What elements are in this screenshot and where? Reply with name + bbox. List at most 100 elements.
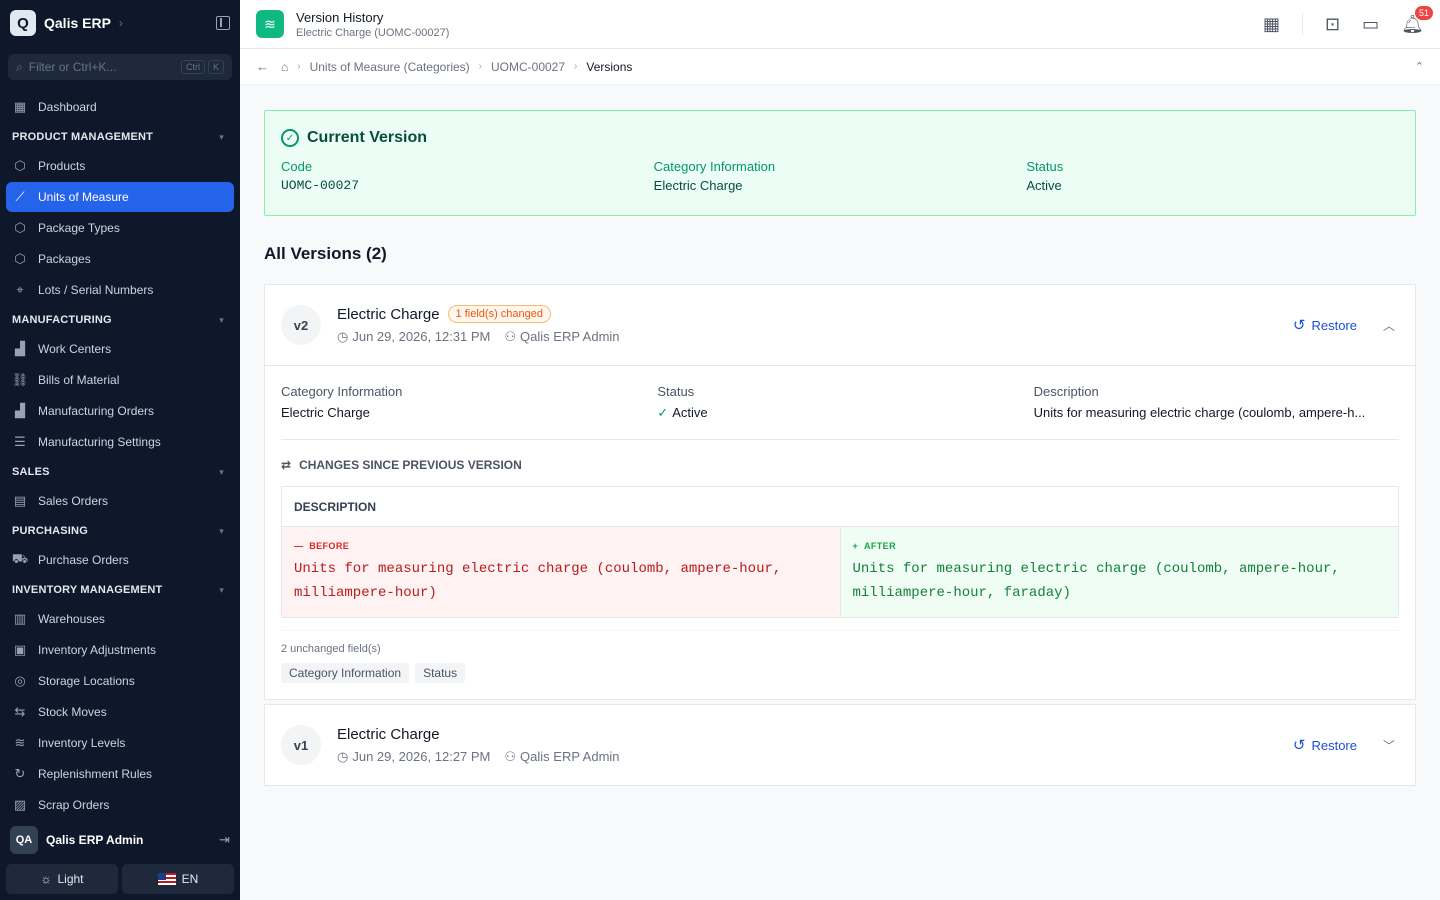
- back-arrow-icon[interactable]: ←: [256, 59, 269, 74]
- breadcrumb: ← ⌂ › Units of Measure (Categories) › UO…: [240, 49, 1440, 85]
- sidebar-item-bills-of-material[interactable]: ⛓ Bills of Material: [6, 365, 234, 395]
- theme-toggle-button[interactable]: ☼ Light: [6, 864, 118, 894]
- field-value: Electric Charge: [281, 405, 370, 420]
- restore-icon: ↺: [1292, 737, 1306, 754]
- sidebar-filter-input[interactable]: ⌕ Filter or Ctrl+K... Ctrl K: [8, 54, 232, 80]
- layers-icon: ≋: [256, 10, 284, 38]
- sidebar-item-packages[interactable]: ⬡ Packages: [6, 244, 234, 274]
- sidebar-item-purchase-orders[interactable]: ⛟ Purchase Orders: [6, 545, 234, 575]
- field-label: Status: [1026, 159, 1064, 174]
- sidebar-item-inventory-adjustments[interactable]: ▣ Inventory Adjustments: [6, 635, 234, 665]
- bell-icon[interactable]: 🔔︎ 51: [1401, 5, 1433, 35]
- chevron-down-icon[interactable]: ﹀: [1379, 737, 1399, 754]
- swap-icon: ⇄: [281, 458, 292, 472]
- hierarchy-icon: ⛓: [11, 372, 29, 387]
- version-user: Qalis ERP Admin: [520, 329, 620, 344]
- user-row[interactable]: QA Qalis ERP Admin ⇥: [6, 820, 234, 860]
- home-icon[interactable]: ⌂: [281, 60, 288, 74]
- shortcut-hint: Ctrl K: [178, 60, 224, 74]
- changed-badge: 1 field(s) changed: [447, 305, 551, 323]
- bot-icon[interactable]: ⊡: [1325, 14, 1340, 35]
- nav-section-label: SALES: [12, 466, 50, 478]
- unchanged-chip: Category Information: [281, 663, 410, 683]
- brand-logo[interactable]: Q: [10, 10, 36, 36]
- version-header[interactable]: v1 Electric Charge ◷ Jun 29, 2026, 12:27 …: [265, 705, 1415, 785]
- clipboard-icon: ▣: [13, 642, 27, 657]
- unchanged-count: 2 unchanged field(s): [281, 630, 1399, 655]
- sidebar-item-label: Sales Orders: [38, 494, 109, 508]
- sidebar-item-dashboard[interactable]: ▦ Dashboard: [6, 92, 234, 122]
- field-value-description: Units for measuring electric charge (cou…: [1033, 405, 1366, 420]
- sidebar-item-lots-serial-numbers[interactable]: ⌖ Lots / Serial Numbers: [6, 275, 234, 305]
- divider: [1302, 13, 1304, 35]
- document-icon: ▤: [13, 493, 27, 508]
- brand-name[interactable]: Qalis ERP: [44, 15, 111, 31]
- sidebar-collapse-icon[interactable]: [216, 16, 230, 30]
- notification-badge: 51: [1414, 5, 1433, 20]
- after-text: Units for measuring electric charge (cou…: [852, 561, 1340, 601]
- sidebar-item-storage-locations[interactable]: ◎ Storage Locations: [6, 666, 234, 696]
- sidebar-item-inventory-levels[interactable]: ≋ Inventory Levels: [6, 728, 234, 758]
- sidebar-item-label: Units of Measure: [38, 190, 129, 204]
- before-text: Units for measuring electric charge (cou…: [294, 561, 782, 601]
- search-icon: ⌕: [16, 59, 23, 74]
- sidebar-item-label: Scrap Orders: [38, 798, 110, 812]
- all-versions-title: All Versions (2): [264, 244, 387, 263]
- sidebar-item-package-types[interactable]: ⬡ Package Types: [6, 213, 234, 243]
- sidebar-item-manufacturing-orders[interactable]: ▟ Manufacturing Orders: [6, 396, 234, 426]
- breadcrumb-item-record[interactable]: UOMC-00027: [491, 60, 565, 74]
- nav-section-sales[interactable]: SALES ▾: [6, 458, 234, 486]
- sidebar-item-work-centers[interactable]: ▟ Work Centers: [6, 334, 234, 364]
- sidebar-item-label: Stock Moves: [38, 705, 107, 719]
- sidebar-item-products[interactable]: ⬡ Products: [6, 151, 234, 181]
- breadcrumb-item-uom-categories[interactable]: Units of Measure (Categories): [310, 60, 470, 74]
- sidebar-item-replenishment-rules[interactable]: ↻ Replenishment Rules: [6, 759, 234, 789]
- sidebar-item-label: Inventory Levels: [38, 736, 126, 750]
- language-button[interactable]: EN: [122, 864, 234, 894]
- trash-icon: ▨: [13, 797, 27, 812]
- sidebar-item-manufacturing-settings[interactable]: ☰ Manufacturing Settings: [6, 427, 234, 457]
- version-tag: v2: [281, 305, 321, 345]
- sidebar-item-stock-moves[interactable]: ⇆ Stock Moves: [6, 697, 234, 727]
- sidebar-item-units-of-measure[interactable]: ⟋ Units of Measure: [6, 182, 234, 212]
- sun-icon: ☼: [40, 872, 52, 886]
- sidebar-item-warehouses[interactable]: ▥ Warehouses: [6, 604, 234, 634]
- nav-section-purchasing[interactable]: PURCHASING ▾: [6, 517, 234, 545]
- nav-section-inventory-management[interactable]: INVENTORY MANAGEMENT ▾: [6, 576, 234, 604]
- field-label: Description: [1033, 384, 1099, 399]
- field-label: Category Information: [281, 384, 403, 399]
- sidebar-item-label: Replenishment Rules: [38, 767, 153, 781]
- restore-label: Restore: [1311, 317, 1357, 333]
- sidebar-footer: QA Qalis ERP Admin ⇥ ☼ Light EN: [0, 820, 240, 900]
- restore-button[interactable]: ↺ Restore: [1293, 736, 1357, 754]
- theme-label: Light: [57, 872, 84, 886]
- chat-icon[interactable]: ▭: [1362, 14, 1379, 35]
- sidebar-item-label: Products: [38, 159, 86, 173]
- sidebar-item-scrap-orders[interactable]: ▨ Scrap Orders: [6, 790, 234, 820]
- diff-block: DESCRIPTION — BEFORE Units for measuring…: [281, 486, 1399, 618]
- sidebar-item-label: Lots / Serial Numbers: [38, 283, 154, 297]
- factory-icon: ▟: [15, 341, 25, 356]
- version-user: Qalis ERP Admin: [520, 748, 620, 764]
- page-title: Version History: [296, 9, 384, 25]
- sidebar-item-label: Packages: [38, 252, 91, 266]
- chevron-right-icon[interactable]: ›: [119, 16, 123, 30]
- nav-section-product-management[interactable]: PRODUCT MANAGEMENT ▾: [6, 123, 234, 151]
- nav-section-manufacturing[interactable]: MANUFACTURING ▾: [6, 306, 234, 334]
- field-value-category: Electric Charge: [653, 178, 743, 193]
- diff-after: + AFTER Units for measuring electric cha…: [840, 527, 1398, 617]
- apps-grid-icon[interactable]: ▦: [1263, 14, 1280, 35]
- ruler-icon: ⟋: [15, 189, 25, 204]
- sidebar-item-label: Manufacturing Orders: [38, 404, 155, 418]
- restore-button[interactable]: ↺ Restore: [1293, 316, 1357, 334]
- logout-icon[interactable]: ⇥: [219, 832, 230, 848]
- chevron-up-icon[interactable]: ︿: [1379, 317, 1399, 334]
- main-content: ✓ Current Version Code UOMC-00027 Catego…: [264, 110, 1416, 790]
- field-label: Category Information: [653, 159, 776, 174]
- sidebar-item-sales-orders[interactable]: ▤ Sales Orders: [6, 486, 234, 516]
- chevron-up-icon[interactable]: ⌃: [1415, 60, 1424, 73]
- clock-icon: ◷: [337, 329, 349, 344]
- sidebar-item-label: Work Centers: [38, 342, 112, 356]
- breadcrumb-sep: ›: [297, 61, 301, 72]
- version-header[interactable]: v2 Electric Charge 1 field(s) changed ◷ J…: [265, 285, 1415, 365]
